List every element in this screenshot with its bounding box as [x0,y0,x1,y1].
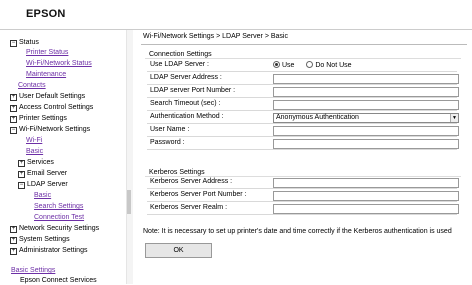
search-timeout-row: Search Timeout (sec) : [147,99,459,111]
breadcrumb-divider [141,44,467,45]
sidebar-item-basic-settings[interactable]: Basic Settings [11,266,55,275]
sidebar-item-system-settings[interactable]: + System Settings [10,235,70,244]
ldap-address-input[interactable] [273,74,459,84]
kerberos-realm-input[interactable] [273,204,459,214]
expand-icon[interactable]: + [10,105,17,112]
sidebar-item-access-control-settings[interactable]: + Access Control Settings [10,103,93,112]
auth-method-value: Anonymous Authentication [276,114,359,121]
collapse-icon[interactable]: − [10,40,17,47]
use-ldap-row: Use LDAP Server : Use Do Not Use [147,60,457,72]
kerberos-address-input[interactable] [273,178,459,188]
sidebar-item-email-server[interactable]: + Email Server [18,169,67,178]
expand-icon[interactable]: + [18,171,25,178]
auth-method-row: Authentication Method : Anonymous Authen… [147,112,459,124]
sidebar-item-user-default-settings[interactable]: + User Default Settings [10,92,85,101]
connection-settings-title: Connection Settings [149,51,212,58]
ldap-address-row: LDAP Server Address : [147,73,459,85]
chevron-down-icon[interactable]: ▼ [450,114,458,122]
username-input[interactable] [273,126,459,136]
expand-icon[interactable]: + [10,248,17,255]
collapse-icon[interactable]: − [18,182,25,189]
search-timeout-label: Search Timeout (sec) : [150,100,221,107]
sidebar-item-printer-status[interactable]: Printer Status [26,48,68,57]
ldap-port-input[interactable] [273,87,459,97]
kerberos-note: Note: It is necessary to set up printer'… [143,228,452,235]
kerberos-realm-row: Kerberos Server Realm : [147,203,459,215]
kerberos-address-label: Kerberos Server Address : [150,178,233,185]
search-timeout-input[interactable] [273,100,459,110]
sidebar-item-ldap-server[interactable]: − LDAP Server [18,180,68,189]
ldap-port-label: LDAP server Port Number : [150,87,236,94]
sidebar-item-network-security-settings[interactable]: + Network Security Settings [10,224,99,233]
ok-button[interactable]: OK [145,243,212,258]
kerberos-port-label: Kerberos Server Port Number : [150,191,247,198]
kerberos-port-row: Kerberos Server Port Number : [147,190,459,202]
sidebar-item-label: Email Server [27,170,68,177]
username-row: User Name : [147,125,459,137]
sidebar-item-ldap-basic[interactable]: Basic [34,191,51,200]
sidebar-nav: − Status Printer Status Wi-Fi/Network Sta… [0,30,124,284]
ldap-port-row: LDAP server Port Number : [147,86,459,98]
kerberos-realm-label: Kerberos Server Realm : [150,204,228,211]
username-label: User Name : [150,126,190,133]
expand-icon[interactable]: + [18,160,25,167]
password-row: Password : [147,138,459,150]
header-bar: EPSON [0,0,472,30]
use-ldap-radio-group: Use Do Not Use [273,61,352,69]
sidebar-item-printer-settings[interactable]: + Printer Settings [10,114,67,123]
sidebar-item-wifi-network-status[interactable]: Wi-Fi/Network Status [26,59,92,68]
kerberos-port-input[interactable] [273,191,459,201]
do-not-use-option-label: Do Not Use [315,62,352,69]
use-radio[interactable] [273,61,280,68]
main-content: Wi-Fi/Network Settings > LDAP Server > B… [135,30,472,284]
sidebar-item-status[interactable]: − Status [10,38,39,47]
sidebar-item-search-settings[interactable]: Search Settings [34,202,83,211]
expand-icon[interactable]: + [10,237,17,244]
use-ldap-label: Use LDAP Server : [150,61,210,68]
kerberos-settings-title: Kerberos Settings [149,169,205,176]
expand-icon[interactable]: + [10,226,17,233]
password-label: Password : [150,139,185,146]
sidebar-scrollbar-thumb[interactable] [127,190,131,214]
sidebar-item-wifi[interactable]: Wi-Fi [26,136,42,145]
sidebar-item-label: System Settings [19,236,70,243]
sidebar-item-label: LDAP Server [27,181,68,188]
expand-icon[interactable]: + [10,116,17,123]
do-not-use-radio[interactable] [306,61,314,68]
sidebar-item-label: Administrator Settings [19,247,88,254]
sidebar-item-label: User Default Settings [19,93,86,100]
epson-logo: EPSON [26,8,66,20]
sidebar-item-contacts[interactable]: Contacts [18,81,46,90]
sidebar-item-services[interactable]: + Services [18,158,54,167]
sidebar-item-label: Printer Settings [19,115,67,122]
sidebar-item-wifi-network-settings[interactable]: − Wi-Fi/Network Settings [10,125,90,134]
sidebar-item-administrator-settings[interactable]: + Administrator Settings [10,246,87,255]
sidebar-item-basic[interactable]: Basic [26,147,43,156]
use-option-label: Use [282,62,295,69]
sidebar-item-label: Wi-Fi/Network Settings [19,126,91,133]
auth-method-select[interactable]: Anonymous Authentication ▼ [273,113,459,123]
sidebar-item-label: Network Security Settings [19,225,100,232]
kerberos-address-row: Kerberos Server Address : [147,177,459,189]
sidebar-item-label: Services [27,159,54,166]
sidebar-item-maintenance[interactable]: Maintenance [26,70,66,79]
expand-icon[interactable]: + [10,94,17,101]
password-input[interactable] [273,139,459,149]
section-divider [145,58,461,59]
auth-method-label: Authentication Method : [150,113,224,120]
sidebar-scrollbar[interactable] [126,30,133,284]
sidebar-item-label: Status [19,39,39,46]
sidebar-item-label: Access Control Settings [19,104,94,111]
sidebar-item-connection-test[interactable]: Connection Test [34,213,84,222]
ldap-address-label: LDAP Server Address : [150,74,222,81]
collapse-icon[interactable]: − [10,127,17,134]
breadcrumb: Wi-Fi/Network Settings > LDAP Server > B… [143,33,288,40]
